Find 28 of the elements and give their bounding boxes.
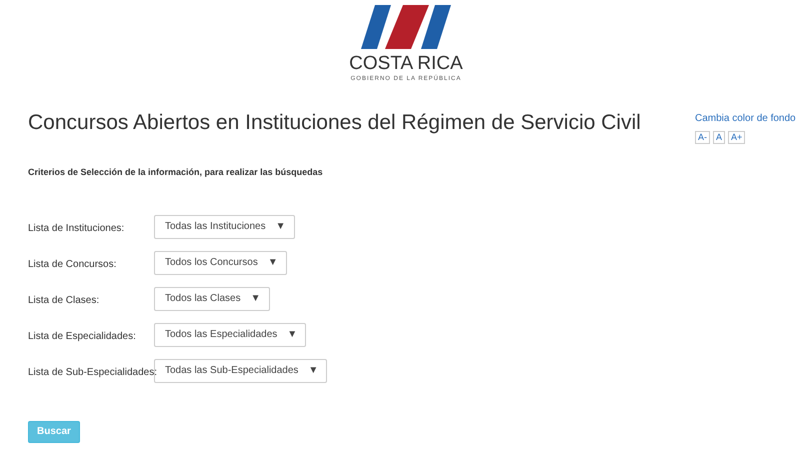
dropdown-arrow: ▼ (268, 256, 278, 270)
filter-label: Lista de Sub-Especialidades: (28, 366, 154, 380)
dropdown-value: Todas las Instituciones (165, 220, 266, 234)
dropdown-arrow: ▼ (287, 328, 298, 342)
dropdown-value: Todos las Especialidades (165, 328, 278, 342)
filter-dropdown[interactable]: Todos las Especialidades ▼ (154, 322, 306, 346)
font-size-button[interactable]: A+ (728, 131, 746, 144)
criteria-heading: Criterios de Selección de la información, para realizar las búsquedas (28, 166, 324, 179)
dropdown-value: Todos las Clases (165, 292, 241, 306)
dropdown-value: Todos los Concursos (165, 256, 258, 270)
dropdown-value: Todas las Sub-Especialidades (165, 364, 298, 378)
filter-dropdown[interactable]: Todas las Instituciones ▼ (154, 214, 295, 238)
logo-name: COSTA RICA (349, 53, 463, 74)
filter-label: Lista de Clases: (28, 294, 100, 308)
font-size-button[interactable]: A (713, 131, 726, 144)
filter-dropdown[interactable]: Todos las Clases ▼ (154, 286, 270, 310)
page-title: Concursos Abiertos en Instituciones del Régimen de Servicio Civil (28, 110, 642, 136)
dropdown-arrow: ▼ (308, 364, 318, 378)
filter-label: Lista de Especialidades: (28, 330, 137, 344)
filter-dropdown[interactable]: Todos los Concursos ▼ (154, 250, 287, 274)
dropdown-arrow: ▼ (250, 292, 260, 306)
font-size-button[interactable]: A- (695, 131, 710, 144)
filter-dropdown[interactable]: Todas las Sub-Especialidades ▼ (154, 358, 328, 382)
dropdown-arrow: ▼ (276, 220, 286, 234)
filter-label: Lista de Concursos: (28, 258, 118, 272)
background-color-link[interactable]: Cambia color de fondo (695, 111, 800, 126)
filter-label: Lista de Instituciones: (28, 222, 126, 236)
flag-stripes-logo-icon (361, 5, 451, 49)
